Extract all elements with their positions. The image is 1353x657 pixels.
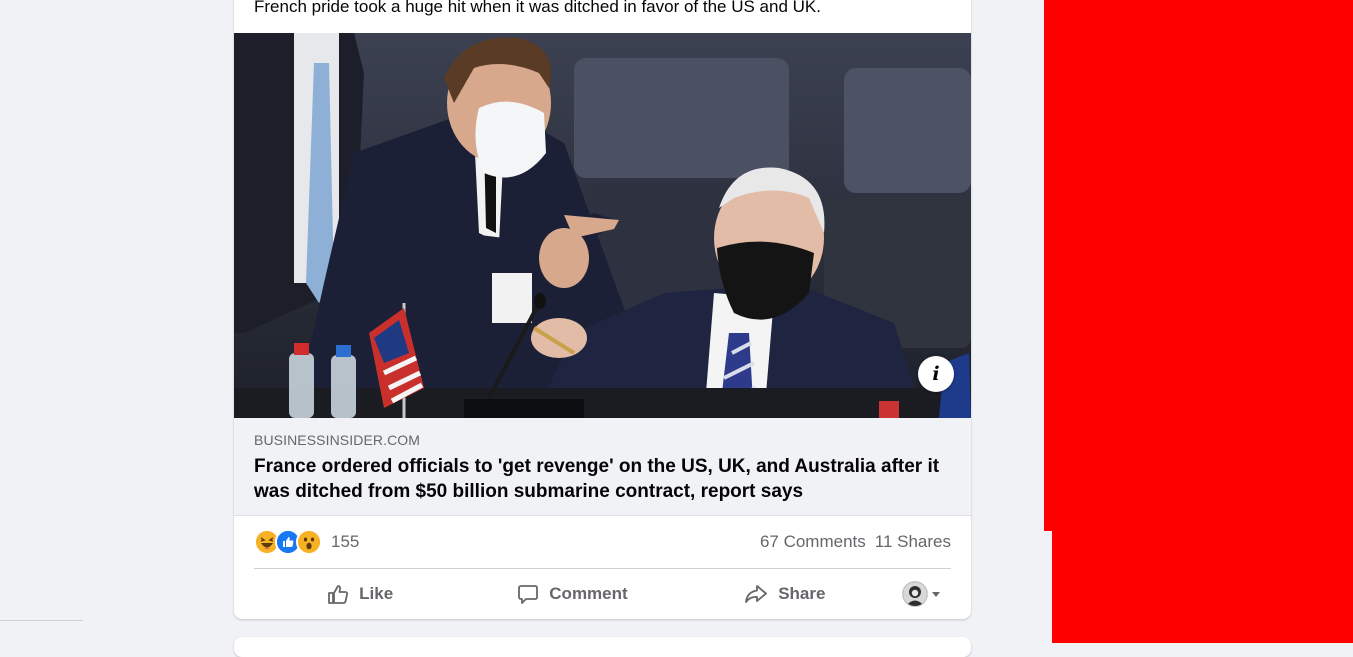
- reaction-count[interactable]: 155: [331, 532, 359, 552]
- thumbs-up-icon: [328, 585, 349, 604]
- info-button[interactable]: i: [918, 356, 954, 392]
- wow-icon: [296, 529, 322, 555]
- comments-count[interactable]: 67 Comments: [760, 532, 866, 552]
- feed-post: French pride took a huge hit when it was…: [234, 0, 971, 619]
- share-button[interactable]: Share: [679, 575, 891, 613]
- like-label: Like: [359, 584, 394, 603]
- red-overlay-block-lower: [1052, 531, 1353, 643]
- avatar: [901, 581, 928, 607]
- info-icon: i: [932, 363, 940, 385]
- post-message: French pride took a huge hit when it was…: [254, 0, 821, 16]
- reaction-summary[interactable]: 155: [254, 529, 359, 555]
- engagement-counts: 67 Comments 11 Shares: [760, 532, 951, 552]
- red-overlay-block: [1044, 0, 1353, 531]
- actions-divider: [254, 568, 951, 569]
- link-domain: BUSINESSINSIDER.COM: [254, 432, 421, 448]
- like-button[interactable]: Like: [254, 575, 466, 613]
- comment-button[interactable]: Comment: [466, 575, 678, 613]
- chevron-down-icon: [931, 591, 940, 597]
- post-stats: 155 67 Comments 11 Shares: [254, 529, 951, 555]
- shares-count[interactable]: 11 Shares: [875, 532, 951, 552]
- comment-label: Comment: [549, 584, 628, 603]
- left-column-divider: [0, 620, 83, 621]
- share-icon: [745, 585, 768, 603]
- comment-icon: [518, 585, 539, 604]
- link-preview[interactable]: BUSINESSINSIDER.COM France ordered offic…: [234, 418, 971, 516]
- next-feed-post: [234, 637, 971, 657]
- link-title[interactable]: France ordered officials to 'get revenge…: [254, 454, 944, 504]
- post-actions: Like Comment Share: [254, 574, 951, 614]
- share-label: Share: [778, 584, 826, 603]
- link-preview-image[interactable]: [234, 33, 971, 418]
- news-photo: [234, 33, 971, 418]
- audience-selector[interactable]: [891, 575, 951, 613]
